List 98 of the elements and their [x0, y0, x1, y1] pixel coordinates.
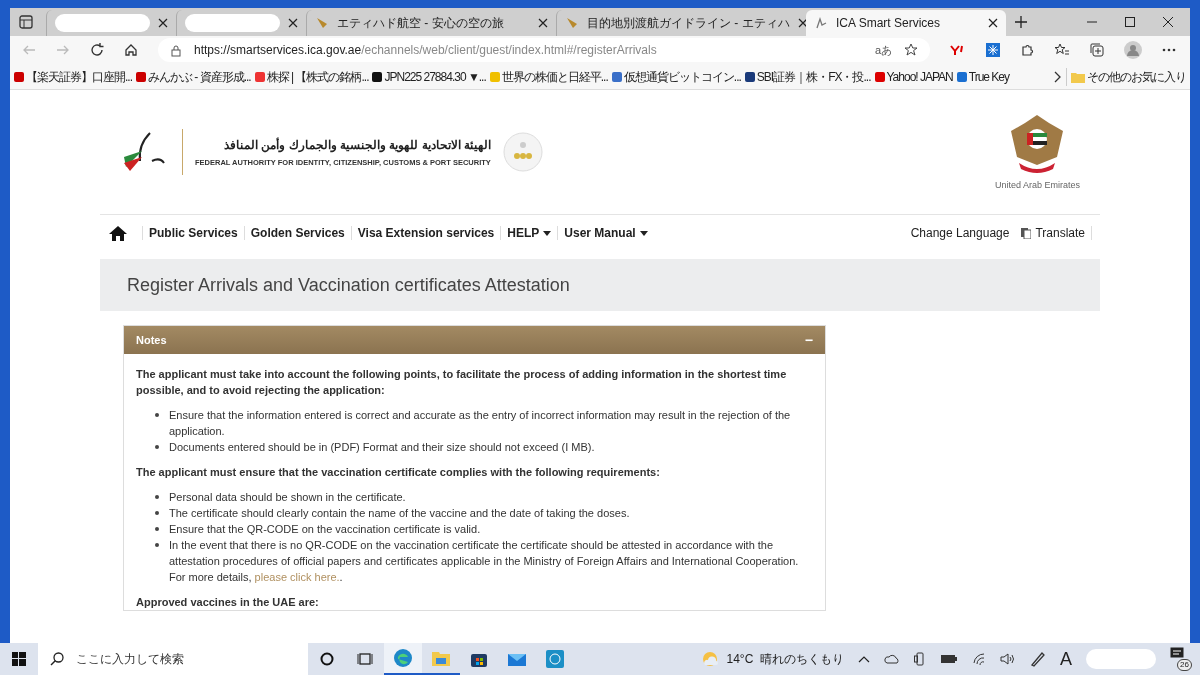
list-item-text: Ensure that the QR-CODE on the vaccination certificate is valid.	[169, 522, 481, 537]
lock-icon	[170, 43, 182, 57]
browser-tab[interactable]: ICA Smart Services	[806, 10, 1006, 36]
close-icon[interactable]	[538, 18, 548, 28]
caret-down-icon	[543, 230, 552, 236]
more-icon[interactable]	[1162, 48, 1176, 52]
bookmark-favicon-icon	[874, 71, 885, 82]
home-icon[interactable]	[124, 43, 138, 57]
seal-icon	[502, 132, 543, 172]
bullet-icon	[155, 511, 159, 515]
bullet-icon	[155, 543, 159, 547]
bullet-icon	[155, 445, 159, 449]
collapse-button[interactable]: −	[804, 329, 813, 351]
extensions-icon[interactable]	[1020, 43, 1034, 57]
favorite-add-icon[interactable]	[904, 43, 918, 57]
weather-widget[interactable]: 14°C 晴れのちくもり	[700, 650, 844, 668]
battery-icon[interactable]	[940, 654, 958, 664]
new-tab-icon[interactable]	[1014, 15, 1028, 29]
edge-browser-icon[interactable]	[384, 643, 422, 675]
yahoo-icon[interactable]	[950, 44, 966, 56]
bullet-icon	[155, 413, 159, 417]
nav-link[interactable]: User Manual	[564, 224, 648, 242]
list-item-text: Documents entered should be in (PDF) Format and their size should not exceed (I MB).	[169, 440, 595, 455]
translate-icon	[1021, 227, 1032, 239]
change-language-link[interactable]: Change Language	[910, 224, 1010, 242]
chevron-up-icon[interactable]	[858, 655, 870, 663]
tab-title: エティハド航空 - 安心の空の旅	[337, 15, 505, 32]
close-icon[interactable]	[1162, 16, 1174, 28]
bookmark-favicon-icon	[372, 71, 383, 82]
read-aloud-button[interactable]: aあ	[874, 41, 892, 59]
bookmark-favicon-icon	[14, 71, 24, 82]
bookmark[interactable]: 仮想通貨ビットコイン...	[611, 67, 741, 86]
bookmark[interactable]: SBI証券｜株・FX・投...	[744, 67, 871, 86]
close-icon[interactable]	[158, 18, 168, 28]
list-item-text: Ensure that the information entered is correct and accurate as the entry of incorrect information may result in the rejection of the application.	[169, 408, 792, 439]
emblem-caption: United Arab Emirates	[994, 179, 1080, 193]
list-item-text: The certificate should clearly contain the name of the vaccine and the date of taking the doses.	[169, 506, 630, 521]
nav-link[interactable]: Visa Extension services	[357, 224, 495, 242]
bookmark[interactable]: 【楽天証券】口座開...	[14, 67, 132, 86]
close-icon[interactable]	[797, 18, 808, 28]
sun-cloud-icon	[700, 651, 719, 667]
notification-icon	[1170, 647, 1184, 660]
logo-arabic-text: الهيئة الاتحادية للهوية والجنسية والجمارك وأمن المنافذ	[222, 136, 491, 154]
redaction-blob	[1086, 649, 1156, 669]
bookmark[interactable]: JPN225 27884.30 ▼...	[372, 67, 486, 86]
bookmark-favicon-icon	[611, 71, 622, 82]
favorites-icon[interactable]	[1054, 43, 1070, 57]
refresh-icon[interactable]	[90, 43, 104, 57]
bullet-icon	[155, 495, 159, 499]
address-bar[interactable]: https://smartservices.ica.gov.ae/echannels/web/client/guest/index.html#/registerArrivals aあ	[158, 38, 930, 62]
windows-start-icon[interactable]	[12, 652, 26, 666]
volume-icon[interactable]	[1000, 653, 1016, 665]
page-title: Register Arrivals and Vaccination certificates Attestation	[127, 273, 570, 297]
bookmark-favicon-icon	[956, 71, 967, 82]
pen-icon[interactable]	[1030, 651, 1046, 667]
bookmark[interactable]: True Key	[956, 67, 1009, 86]
notification-count: 26	[1177, 659, 1192, 671]
home-icon[interactable]	[108, 224, 128, 242]
bookmark-favicon-icon	[136, 71, 146, 82]
bookmark[interactable]: Yahoo! JAPAN	[874, 67, 953, 86]
close-icon[interactable]	[988, 18, 998, 28]
bookmark[interactable]: 株探 | 【株式の銘柄...	[254, 67, 369, 86]
notes-heading: The applicant must ensure that the vaccination certificate complies with the following requirements:	[136, 465, 661, 480]
maximize-icon[interactable]	[1124, 16, 1136, 28]
bookmark-folder[interactable]: その他のお気に入り	[1066, 67, 1186, 86]
tab-title: ICA Smart Services	[836, 15, 942, 32]
notes-title: Notes	[136, 332, 167, 348]
snowflake-icon[interactable]	[986, 43, 1000, 57]
ime-indicator[interactable]: A	[1060, 645, 1072, 673]
translate-link[interactable]: Translate	[1021, 224, 1085, 242]
phone-icon[interactable]	[914, 652, 926, 666]
url-text: https://smartservices.ica.gov.ae/echannels/web/client/guest/index.html#/registerArrivals	[194, 42, 658, 59]
close-icon[interactable]	[288, 18, 298, 28]
list-item-text: In the event that there is no QR-CODE on the vaccination certificate the certificate should be attested in accordance with the attestation procedures of official papers and certificates applicable in the Ministry of Foreign Affairs and International Cooperation. For more details, please click here..	[169, 538, 800, 585]
bookmark-favicon-icon	[744, 71, 755, 82]
tab-title: 目的地別渡航ガイドライン - エティハ	[587, 15, 790, 32]
bullet-icon	[155, 527, 159, 531]
taskbar-search-field[interactable]: ここに入力して検索	[38, 643, 308, 675]
nav-link[interactable]: HELP	[507, 224, 552, 242]
nav-link[interactable]: Golden Services	[250, 224, 345, 242]
collections-icon[interactable]	[1090, 43, 1104, 57]
nav-link[interactable]: Public Services	[149, 224, 238, 242]
list-item-text: Personal data should be shown in the certificate.	[169, 490, 406, 505]
notification-button[interactable]: 26	[1170, 647, 1192, 671]
wifi-icon[interactable]	[972, 653, 986, 665]
chevron-right-icon[interactable]	[1054, 70, 1062, 83]
profile-avatar-icon[interactable]	[1124, 41, 1142, 59]
folder-icon	[1071, 70, 1085, 83]
notes-heading: The applicant must take into account the following points, to facilitate the process of adding information in the shortest time possible, and to avoid rejecting the application:	[136, 367, 788, 398]
bookmark[interactable]: みんかぶ - 資産形成...	[136, 67, 251, 86]
tab-actions-icon[interactable]	[18, 14, 34, 30]
bookmark-favicon-icon	[489, 71, 500, 82]
notes-heading: Approved vaccines in the UAE are:	[136, 595, 320, 610]
search-icon	[50, 652, 64, 666]
caret-down-icon	[639, 230, 648, 236]
bookmark-favicon-icon	[254, 71, 265, 82]
cloud-icon[interactable]	[884, 654, 900, 664]
bookmark[interactable]: 世界の株価と日経平...	[489, 67, 608, 86]
